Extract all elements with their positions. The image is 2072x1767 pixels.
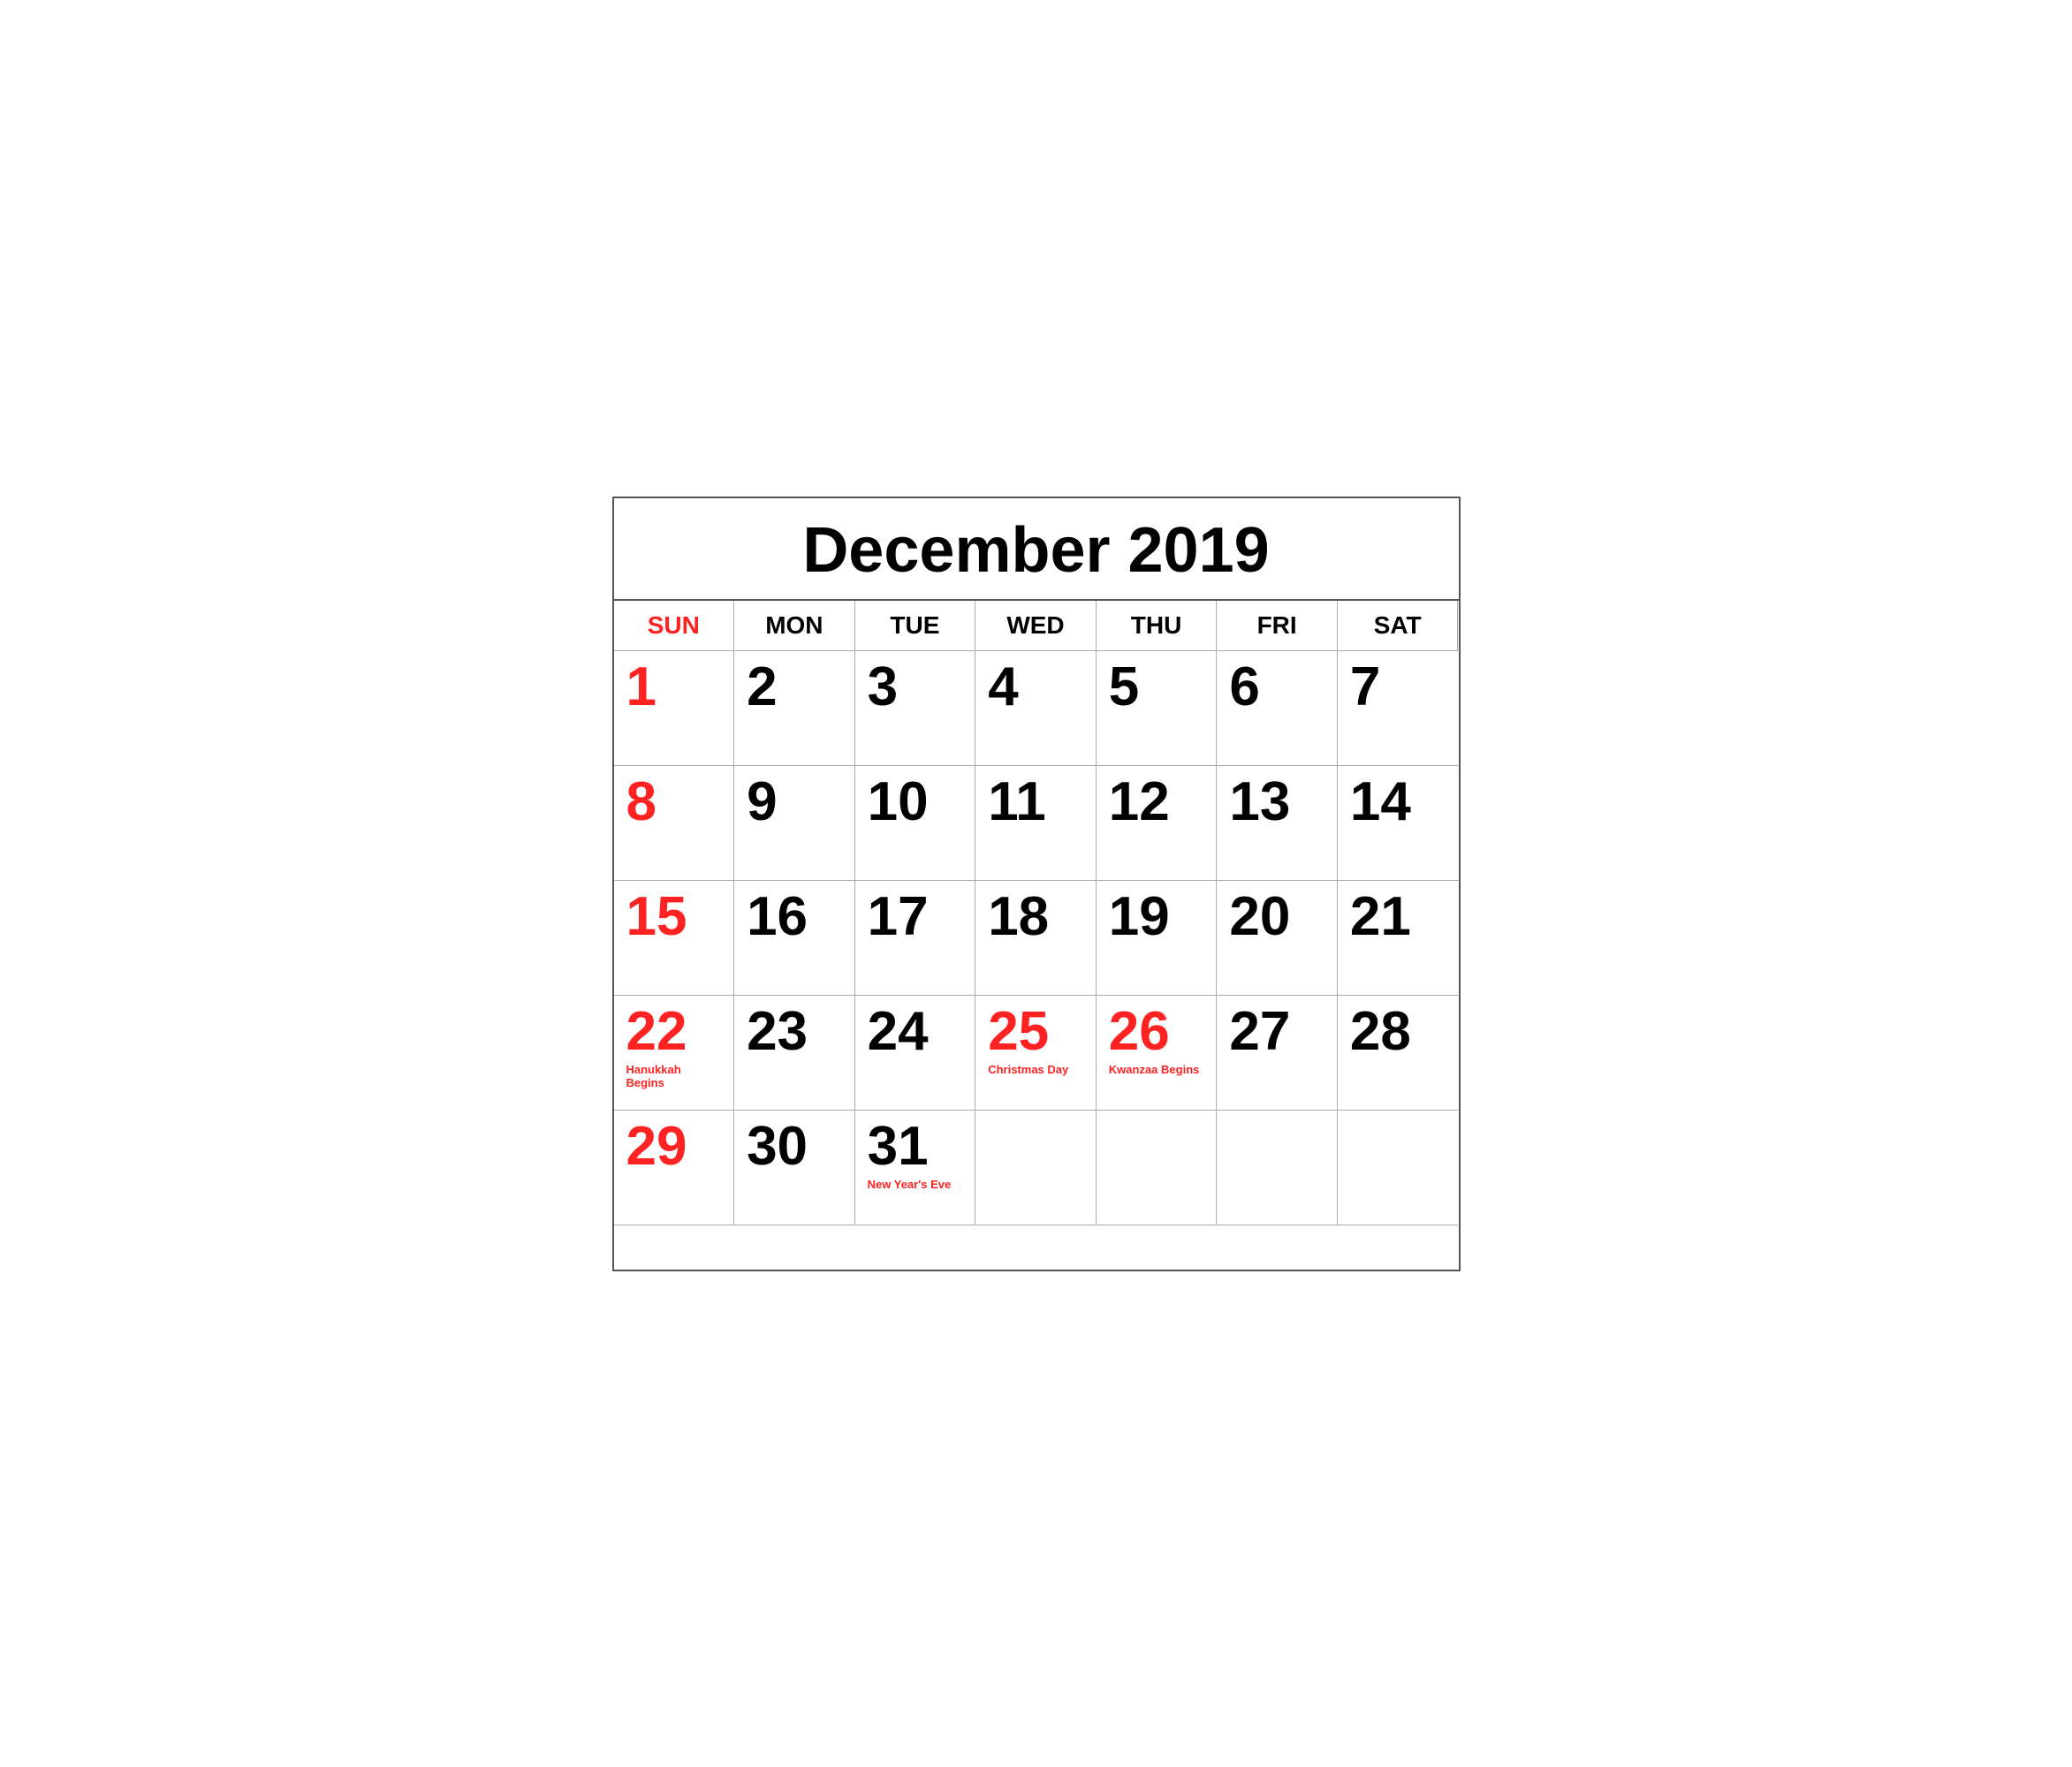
day-cell[interactable]: 18 xyxy=(975,881,1097,996)
day-cell[interactable]: 20 xyxy=(1217,881,1338,996)
day-number: 23 xyxy=(747,1005,842,1059)
calendar-title: December 2019 xyxy=(614,498,1459,601)
day-header-thu: THU xyxy=(1097,601,1218,651)
day-cell[interactable]: 7 xyxy=(1338,651,1459,766)
holiday-label: Hanukkah Begins xyxy=(626,1063,722,1090)
day-cell[interactable]: 4 xyxy=(975,651,1097,766)
day-cell[interactable]: 21 xyxy=(1338,881,1459,996)
day-number: 21 xyxy=(1350,890,1446,944)
calendar: December 2019 SUNMONTUEWEDTHUFRISAT12345… xyxy=(612,497,1461,1271)
day-number: 27 xyxy=(1229,1005,1324,1059)
day-cell[interactable]: 24 xyxy=(855,996,976,1111)
day-header-wed: WED xyxy=(975,601,1097,651)
day-cell[interactable]: 17 xyxy=(855,881,976,996)
day-cell[interactable]: 5 xyxy=(1097,651,1218,766)
day-cell[interactable]: 29 xyxy=(614,1111,735,1225)
day-cell[interactable]: 25 Christmas Day xyxy=(975,996,1097,1111)
day-cell[interactable]: 8 xyxy=(614,766,735,881)
day-cell[interactable]: 11 xyxy=(975,766,1097,881)
day-cell[interactable] xyxy=(1097,1111,1218,1225)
day-cell[interactable]: 16 xyxy=(734,881,855,996)
day-number: 24 xyxy=(868,1005,963,1059)
day-number: 28 xyxy=(1350,1005,1446,1059)
day-number: 7 xyxy=(1350,660,1446,715)
day-number: 14 xyxy=(1350,775,1446,830)
day-cell[interactable]: 22 Hanukkah Begins xyxy=(614,996,735,1111)
holiday-label: Kwanzaa Begins xyxy=(1109,1063,1204,1077)
day-cell[interactable] xyxy=(1217,1111,1338,1225)
day-cell[interactable]: 12 xyxy=(1097,766,1218,881)
calendar-grid: SUNMONTUEWEDTHUFRISAT1234567891011121314… xyxy=(614,601,1459,1225)
day-number: 20 xyxy=(1229,890,1324,944)
day-number: 12 xyxy=(1109,775,1204,830)
day-header-sun: SUN xyxy=(614,601,735,651)
day-cell[interactable] xyxy=(1338,1111,1459,1225)
day-number: 3 xyxy=(868,660,963,715)
holiday-label: New Year's Eve xyxy=(868,1178,963,1192)
day-number: 11 xyxy=(988,775,1083,830)
day-cell[interactable]: 23 xyxy=(734,996,855,1111)
day-cell[interactable] xyxy=(975,1111,1097,1225)
day-header-fri: FRI xyxy=(1217,601,1338,651)
day-number: 13 xyxy=(1229,775,1324,830)
day-number: 18 xyxy=(988,890,1083,944)
day-cell[interactable]: 6 xyxy=(1217,651,1338,766)
day-cell[interactable]: 30 xyxy=(734,1111,855,1225)
day-number: 31 xyxy=(868,1119,963,1174)
day-cell[interactable]: 13 xyxy=(1217,766,1338,881)
holiday-label: Christmas Day xyxy=(988,1063,1083,1077)
day-number: 15 xyxy=(626,890,722,944)
day-number: 1 xyxy=(626,660,722,715)
day-number: 17 xyxy=(868,890,963,944)
day-number: 8 xyxy=(626,775,722,830)
day-cell[interactable]: 27 xyxy=(1217,996,1338,1111)
day-cell[interactable]: 2 xyxy=(734,651,855,766)
day-number: 4 xyxy=(988,660,1083,715)
day-cell[interactable]: 26 Kwanzaa Begins xyxy=(1097,996,1218,1111)
day-cell[interactable]: 31 New Year's Eve xyxy=(855,1111,976,1225)
day-number: 5 xyxy=(1109,660,1204,715)
day-header-mon: MON xyxy=(734,601,855,651)
day-cell[interactable]: 14 xyxy=(1338,766,1459,881)
day-cell[interactable]: 10 xyxy=(855,766,976,881)
day-number: 26 xyxy=(1109,1005,1204,1059)
day-number: 19 xyxy=(1109,890,1204,944)
day-number: 6 xyxy=(1229,660,1324,715)
day-cell[interactable]: 9 xyxy=(734,766,855,881)
day-cell[interactable]: 15 xyxy=(614,881,735,996)
day-number: 16 xyxy=(747,890,842,944)
day-cell[interactable]: 19 xyxy=(1097,881,1218,996)
day-number: 25 xyxy=(988,1005,1083,1059)
bottom-bar xyxy=(614,1225,1459,1270)
day-cell[interactable]: 1 xyxy=(614,651,735,766)
day-number: 30 xyxy=(747,1119,842,1174)
day-number: 29 xyxy=(626,1119,722,1174)
day-header-sat: SAT xyxy=(1338,601,1459,651)
day-number: 22 xyxy=(626,1005,722,1059)
day-cell[interactable]: 28 xyxy=(1338,996,1459,1111)
day-number: 10 xyxy=(868,775,963,830)
day-cell[interactable]: 3 xyxy=(855,651,976,766)
day-number: 2 xyxy=(747,660,842,715)
day-number: 9 xyxy=(747,775,842,830)
day-header-tue: TUE xyxy=(855,601,976,651)
